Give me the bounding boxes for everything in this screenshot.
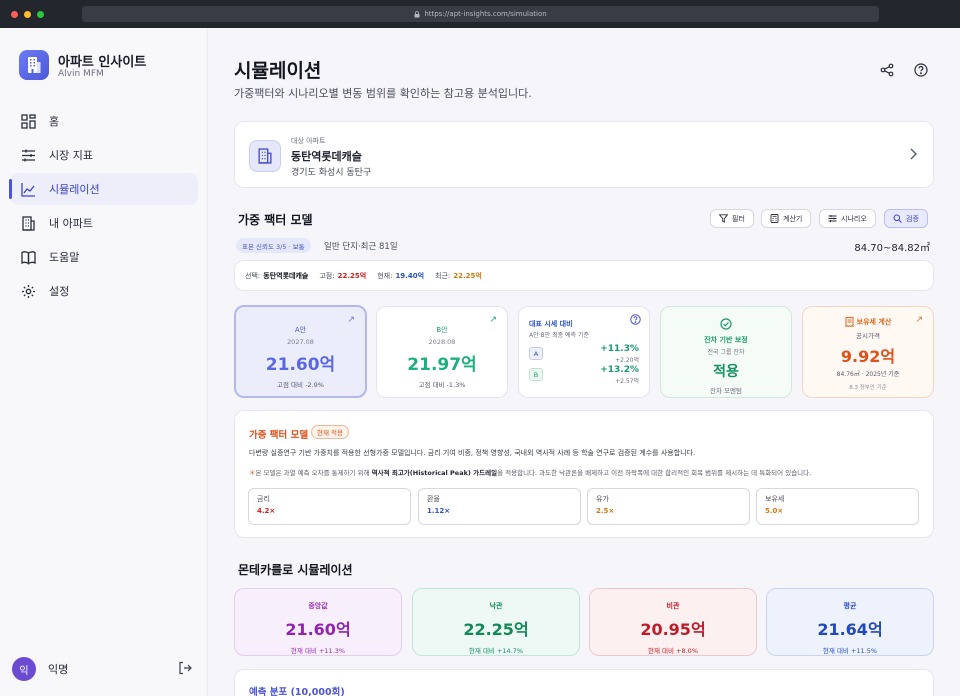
scenario-a-card[interactable]: ↗ A안 2027.08 21.60억 고점 대비 -2.9% — [234, 305, 367, 398]
sidebar-item-label: 홈 — [49, 115, 60, 128]
filter-icon — [719, 214, 728, 223]
app-logo[interactable] — [19, 50, 49, 80]
logout-icon[interactable] — [178, 661, 192, 678]
share-icon[interactable] — [880, 63, 896, 79]
help-circle-icon[interactable] — [914, 63, 930, 79]
scenario-b-card[interactable]: ↗ B안 2028.08 21.97억 고점 대비 -1.3% — [376, 306, 508, 398]
building-icon — [249, 140, 281, 172]
user-name: 익명 — [48, 663, 69, 676]
target-apartment-card[interactable]: 대상 아파트 동탄역롯데캐슬 경기도 화성시 동탄구 — [234, 121, 934, 188]
book-icon — [20, 249, 36, 265]
sidebar-item-settings[interactable]: 설정 — [10, 275, 198, 307]
factor-rate: 금리 4.2× — [248, 488, 411, 525]
model-description: 다변량 실증연구 기반 가중치를 적용한 선형가중 모델입니다. 금리 기여 비… — [249, 449, 696, 457]
minimize-window-button[interactable] — [24, 10, 31, 18]
building-icon — [20, 215, 36, 231]
browser-titlebar: https://apt-insights.com/simulation — [0, 0, 960, 28]
filter-button[interactable]: 필터 — [710, 209, 754, 228]
sidebar-item-market[interactable]: 시장 지표 — [10, 139, 198, 171]
sliders-icon — [828, 215, 837, 222]
sidebar-item-home[interactable]: 홈 — [10, 105, 198, 137]
mc-pessimistic-card[interactable]: 비관 20.95억 현재 대비 +8.0% — [589, 588, 757, 656]
reliability-badge: 표본 신뢰도 3/5 · 보통 — [236, 238, 311, 253]
grid-icon — [20, 113, 36, 129]
factor-tax: 보유세 5.0× — [756, 488, 919, 525]
target-address: 경기도 화성시 동탄구 — [291, 168, 372, 178]
main-content: 시뮬레이션 가중팩터와 시나리오별 변동 범위를 확인하는 참고용 분석입니다.… — [208, 28, 960, 696]
validate-button[interactable]: 검증 — [884, 209, 928, 228]
maximize-window-button[interactable] — [37, 10, 44, 18]
sidebar-item-simulation[interactable]: 시뮬레이션 — [9, 173, 198, 205]
scenario-a-tag: A — [529, 347, 543, 360]
sidebar-item-my-apartment[interactable]: 내 아파트 — [10, 207, 198, 239]
avatar: 익 — [12, 657, 36, 681]
factor-oil: 유가 2.5× — [587, 488, 750, 525]
holding-tax-card[interactable]: ↗ 보유세 계산 공시가격 9.92억 84.76㎡ · 2025년 기준 8.… — [802, 306, 934, 398]
sidebar-item-label: 시뮬레이션 — [49, 183, 100, 196]
calculator-icon — [770, 214, 779, 223]
factor-model-title: 가중 팩터 모델 — [238, 213, 313, 227]
mc-median-card[interactable]: 중앙값 21.60억 현재 대비 +11.3% — [234, 588, 402, 656]
building-logo-icon — [28, 57, 41, 73]
gear-icon — [20, 283, 36, 299]
mc-optimistic-card[interactable]: 낙관 22.25억 현재 대비 +14.7% — [412, 588, 580, 656]
arrow-up-right-icon: ↗ — [915, 315, 923, 325]
user-profile[interactable]: 익 익명 — [12, 656, 198, 682]
sidebar-item-label: 시장 지표 — [49, 149, 93, 162]
sidebar-item-help[interactable]: 도움말 — [10, 241, 198, 273]
calculator-button[interactable]: 계산기 — [761, 209, 812, 228]
scenario-button[interactable]: 시나리오 — [819, 209, 876, 228]
page-title: 시뮬레이션 — [234, 60, 322, 82]
close-window-button[interactable] — [11, 10, 18, 18]
distribution-card: 예측 분포 (10,000회) — [234, 669, 934, 696]
area-range: 84.70~84.82㎡ — [854, 243, 930, 254]
chevron-right-icon — [909, 148, 917, 163]
current-applied-badge: 현재 적용 — [311, 425, 349, 439]
check-circle-icon — [661, 318, 791, 333]
monte-carlo-title: 몬테카를로 시뮬레이션 — [238, 563, 353, 577]
help-circle-icon[interactable] — [630, 314, 641, 328]
sidebar: 아파트 인사이트 Alvin MFM 홈 시장 지표 시뮬레이션 내 아파트 도… — [0, 28, 208, 696]
app-name: 아파트 인사이트 — [58, 55, 147, 70]
sliders-icon — [20, 147, 36, 163]
app-window: https://apt-insights.com/simulation 아파트 … — [0, 0, 960, 696]
model-note: ＊본 모델은 과열 예측 오차를 통제하기 위해 역사적 최고가(Histori… — [249, 469, 812, 477]
factor-exchange: 환율 1.12× — [418, 488, 581, 525]
page-subtitle: 가중팩터와 시나리오별 변동 범위를 확인하는 참고용 분석입니다. — [234, 87, 532, 100]
app-user-subtitle: Alvin MFM — [58, 69, 104, 79]
chart-line-icon — [20, 181, 36, 197]
sidebar-item-label: 도움말 — [49, 251, 80, 264]
model-detail-title: 가중 팩터 모델 — [249, 430, 309, 441]
arrow-up-right-icon: ↗ — [489, 315, 497, 325]
sidebar-item-label: 설정 — [49, 285, 70, 298]
url-bar[interactable]: https://apt-insights.com/simulation — [82, 6, 879, 22]
target-label: 대상 아파트 — [291, 137, 326, 145]
search-icon — [893, 214, 902, 223]
target-name: 동탄역롯데캐슬 — [291, 150, 362, 163]
sample-description: 일반 단지·최근 81일 — [324, 242, 398, 252]
residual-correction-card[interactable]: 잔차 기반 보정 전국 그룹 잔차 적용 잔차 모멘텀 — [660, 306, 792, 398]
arrow-up-right-icon: ↗ — [347, 315, 355, 325]
selection-summary: 선택: 동탄역롯데캐슬 고점: 22.25억 현재: 19.40억 최근: 22… — [234, 260, 934, 291]
market-compare-card[interactable]: 대표 시세 대비 A안·B안 최종 예측 기준 A +11.3% +2.20억 … — [518, 306, 650, 398]
scenario-b-tag: B — [529, 368, 543, 381]
receipt-icon — [845, 317, 854, 327]
distribution-title: 예측 분포 (10,000회) — [249, 687, 345, 696]
lock-icon — [414, 10, 420, 17]
sidebar-item-label: 내 아파트 — [49, 217, 93, 230]
mc-mean-card[interactable]: 평균 21.64억 현재 대비 +11.5% — [766, 588, 934, 656]
url-text: https://apt-insights.com/simulation — [424, 10, 547, 18]
